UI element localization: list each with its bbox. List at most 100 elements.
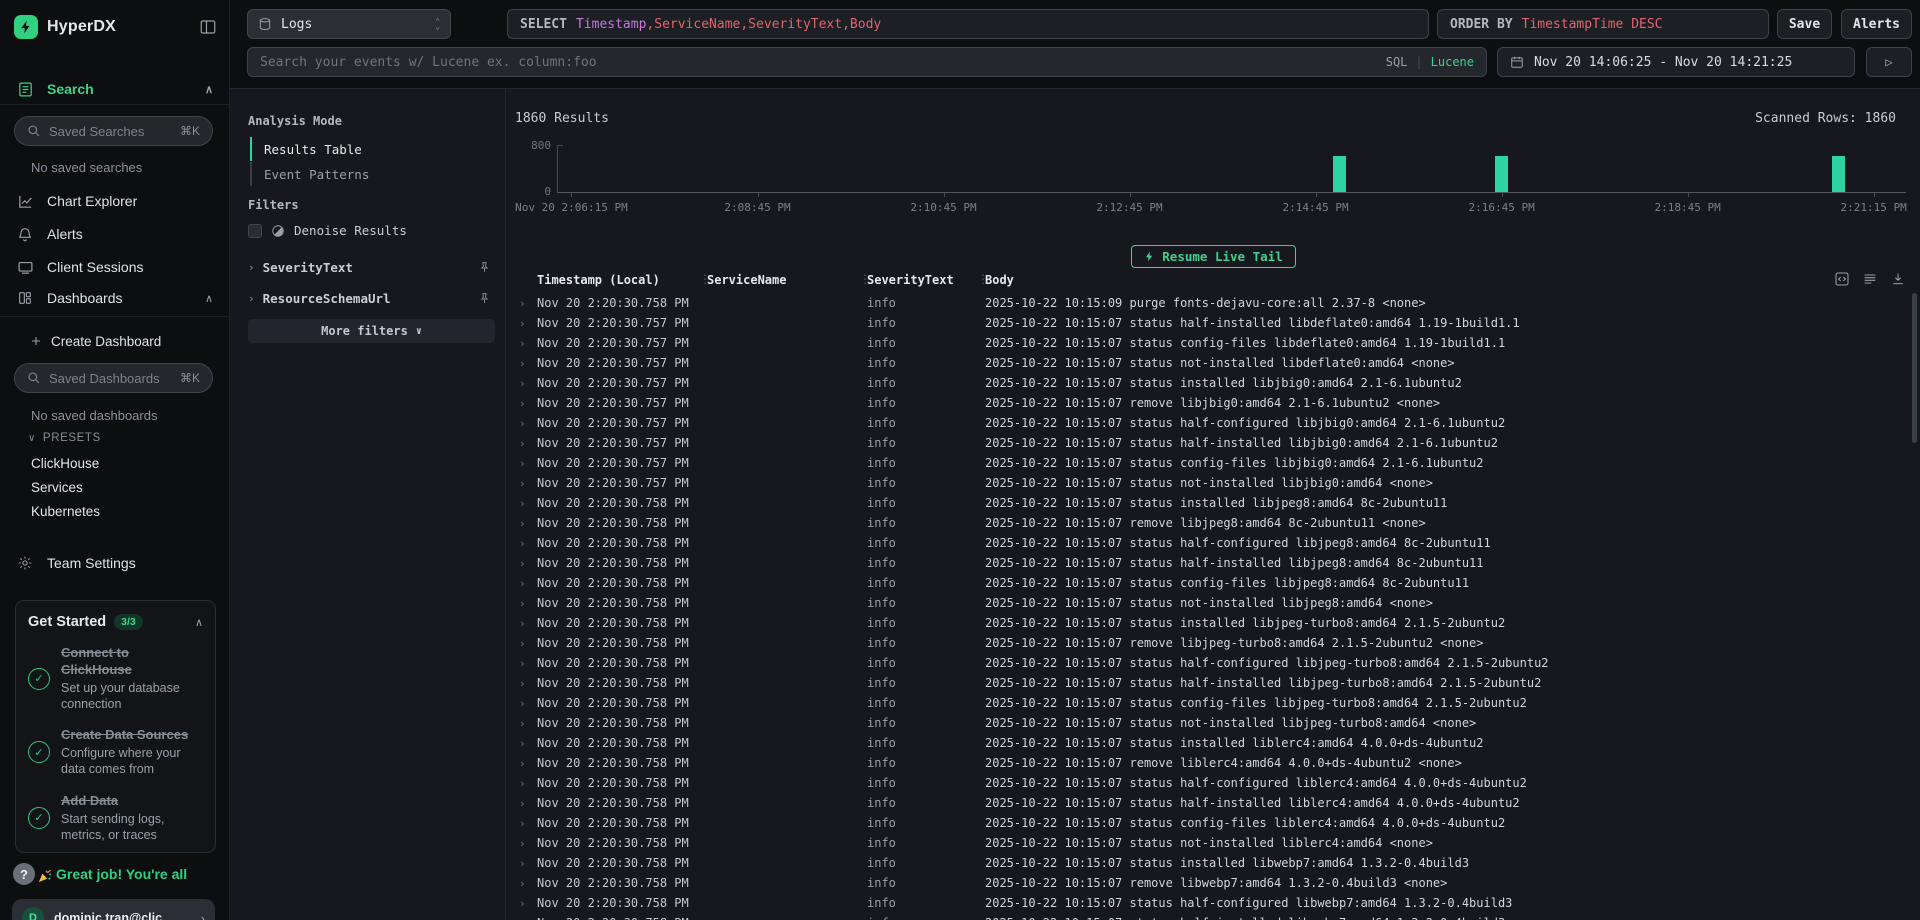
table-row[interactable]: ›Nov 20 2:20:30.758 PMinfo2025-10-22 10:… [513, 773, 1900, 793]
select-clause-input[interactable]: SELECT Timestamp,ServiceName,SeverityTex… [507, 9, 1429, 39]
table-row[interactable]: ›Nov 20 2:20:30.758 PMinfo2025-10-22 10:… [513, 573, 1900, 593]
row-expand-chevron-icon[interactable]: › [513, 517, 537, 530]
sidebar-item-chart-explorer[interactable]: Chart Explorer [0, 190, 229, 212]
lucene-search-input[interactable]: Search your events w/ Lucene ex. column:… [247, 47, 1487, 77]
alerts-button[interactable]: Alerts [1841, 9, 1912, 39]
user-menu[interactable]: D dominic.tran@clic... › dominic.tran@cl… [12, 899, 215, 920]
vertical-scrollbar[interactable] [1912, 293, 1917, 443]
denoise-checkbox[interactable] [248, 224, 262, 238]
table-row[interactable]: ›Nov 20 2:20:30.757 PMinfo2025-10-22 10:… [513, 413, 1900, 433]
table-row[interactable]: ›Nov 20 2:20:30.758 PMinfo2025-10-22 10:… [513, 833, 1900, 853]
resume-live-tail-button[interactable]: Resume Live Tail [1131, 245, 1295, 268]
sidebar-collapse-icon[interactable] [199, 18, 217, 36]
pin-icon[interactable] [478, 292, 491, 305]
table-row[interactable]: ›Nov 20 2:20:30.758 PMinfo2025-10-22 10:… [513, 633, 1900, 653]
sidebar-item-alerts[interactable]: Alerts [0, 223, 229, 245]
table-row[interactable]: ›Nov 20 2:20:30.758 PMinfo2025-10-22 10:… [513, 593, 1900, 613]
table-row[interactable]: ›Nov 20 2:20:30.757 PMinfo2025-10-22 10:… [513, 353, 1900, 373]
row-expand-chevron-icon[interactable]: › [513, 797, 537, 810]
column-resize-handle[interactable]: ⋮ [699, 272, 711, 286]
preset-item-kubernetes[interactable]: Kubernetes [31, 504, 100, 519]
row-expand-chevron-icon[interactable]: › [513, 637, 537, 650]
row-expand-chevron-icon[interactable]: › [513, 577, 537, 590]
row-expand-chevron-icon[interactable]: › [513, 757, 537, 770]
table-row[interactable]: ›Nov 20 2:20:30.757 PMinfo2025-10-22 10:… [513, 313, 1900, 333]
row-expand-chevron-icon[interactable]: › [513, 377, 537, 390]
preset-item-clickhouse[interactable]: ClickHouse [31, 456, 99, 471]
create-dashboard-button[interactable]: Create Dashboard [0, 330, 229, 352]
sidebar-item-search[interactable]: Search ∧ [0, 78, 229, 100]
run-query-button[interactable]: ▷ [1866, 47, 1912, 77]
col-servicename[interactable]: ServiceName [707, 273, 867, 287]
row-expand-chevron-icon[interactable]: › [513, 737, 537, 750]
chart-plot[interactable]: Nov 20 2:06:15 PM2:08:45 PM2:10:45 PM2:1… [557, 145, 1906, 193]
row-expand-chevron-icon[interactable]: › [513, 777, 537, 790]
row-expand-chevron-icon[interactable]: › [513, 357, 537, 370]
analysis-mode-event-patterns[interactable]: Event Patterns [250, 162, 369, 186]
row-expand-chevron-icon[interactable]: › [513, 297, 537, 310]
row-expand-chevron-icon[interactable]: › [513, 317, 537, 330]
get-started-item[interactable]: ✓Add DataStart sending logs, metrics, or… [28, 793, 203, 843]
row-expand-chevron-icon[interactable]: › [513, 817, 537, 830]
row-expand-chevron-icon[interactable]: › [513, 857, 537, 870]
chevron-up-icon[interactable]: ∧ [195, 616, 203, 629]
column-resize-handle[interactable]: ⋮ [977, 272, 989, 286]
analysis-mode-results-table[interactable]: Results Table [250, 137, 362, 161]
presets-header[interactable]: ∨ PRESETS [28, 432, 101, 444]
row-expand-chevron-icon[interactable]: › [513, 557, 537, 570]
row-expand-chevron-icon[interactable]: › [513, 897, 537, 910]
denoise-results-toggle[interactable]: Denoise Results [248, 223, 407, 238]
col-body[interactable]: Body [985, 273, 1900, 287]
table-row[interactable]: ›Nov 20 2:20:30.758 PMinfo2025-10-22 10:… [513, 693, 1900, 713]
source-select[interactable]: Logs ⌃⌄ [247, 9, 451, 39]
chevron-up-icon[interactable]: ∧ [205, 292, 213, 305]
pin-icon[interactable] [478, 261, 491, 274]
chevron-up-icon[interactable]: ∧ [205, 83, 213, 96]
table-row[interactable]: ›Nov 20 2:20:30.757 PMinfo2025-10-22 10:… [513, 433, 1900, 453]
table-row[interactable]: ›Nov 20 2:20:30.758 PMinfo2025-10-22 10:… [513, 713, 1900, 733]
sidebar-item-dashboards[interactable]: Dashboards ∧ [0, 287, 229, 309]
date-range-picker[interactable]: Nov 20 14:06:25 - Nov 20 14:21:25 [1497, 47, 1855, 77]
row-expand-chevron-icon[interactable]: › [513, 477, 537, 490]
language-toggle-lucene[interactable]: Lucene [1431, 55, 1474, 69]
get-started-item[interactable]: ✓Connect to ClickHouseSet up your databa… [28, 645, 203, 712]
row-expand-chevron-icon[interactable]: › [513, 457, 537, 470]
filter-group-severitytext[interactable]: ›SeverityText [248, 257, 491, 277]
orderby-input[interactable]: ORDER BY TimestampTime DESC [1437, 9, 1769, 39]
sidebar-item-client-sessions[interactable]: Client Sessions [0, 256, 229, 278]
row-expand-chevron-icon[interactable]: › [513, 397, 537, 410]
help-button[interactable]: ? [13, 863, 35, 885]
table-row[interactable]: ›Nov 20 2:20:30.758 PMinfo2025-10-22 10:… [513, 733, 1900, 753]
row-expand-chevron-icon[interactable]: › [513, 497, 537, 510]
row-expand-chevron-icon[interactable]: › [513, 537, 537, 550]
filter-group-resourceschemaurl[interactable]: ›ResourceSchemaUrl [248, 288, 491, 308]
col-severitytext[interactable]: SeverityText [867, 273, 985, 287]
table-row[interactable]: ›Nov 20 2:20:30.758 PMinfo2025-10-22 10:… [513, 813, 1900, 833]
preset-item-services[interactable]: Services [31, 480, 83, 495]
table-row[interactable]: ›Nov 20 2:20:30.757 PMinfo2025-10-22 10:… [513, 373, 1900, 393]
row-expand-chevron-icon[interactable]: › [513, 837, 537, 850]
table-row[interactable]: ›Nov 20 2:20:30.758 PMinfo2025-10-22 10:… [513, 553, 1900, 573]
row-expand-chevron-icon[interactable]: › [513, 657, 537, 670]
row-expand-chevron-icon[interactable]: › [513, 677, 537, 690]
download-csv-icon[interactable] [1890, 271, 1906, 287]
histogram-bar[interactable] [1495, 156, 1508, 192]
table-row[interactable]: ›Nov 20 2:20:30.758 PMinfo2025-10-22 10:… [513, 793, 1900, 813]
histogram-bar[interactable] [1333, 156, 1346, 192]
row-expand-chevron-icon[interactable]: › [513, 337, 537, 350]
table-row[interactable]: ›Nov 20 2:20:30.758 PMinfo2025-10-22 10:… [513, 293, 1900, 313]
row-expand-chevron-icon[interactable]: › [513, 917, 537, 920]
col-timestamp[interactable]: Timestamp (Local) [537, 273, 707, 287]
table-row[interactable]: ›Nov 20 2:20:30.758 PMinfo2025-10-22 10:… [513, 513, 1900, 533]
saved-searches-input[interactable]: Saved Searches ⌘K [14, 116, 213, 146]
table-row[interactable]: ›Nov 20 2:20:30.758 PMinfo2025-10-22 10:… [513, 653, 1900, 673]
table-row[interactable]: ›Nov 20 2:20:30.757 PMinfo2025-10-22 10:… [513, 393, 1900, 413]
code-view-icon[interactable] [1834, 271, 1850, 287]
table-row[interactable]: ›Nov 20 2:20:30.757 PMinfo2025-10-22 10:… [513, 453, 1900, 473]
table-row[interactable]: ›Nov 20 2:20:30.758 PMinfo2025-10-22 10:… [513, 893, 1900, 913]
table-row[interactable]: ›Nov 20 2:20:30.758 PMinfo2025-10-22 10:… [513, 533, 1900, 553]
table-row[interactable]: ›Nov 20 2:20:30.758 PMinfo2025-10-22 10:… [513, 613, 1900, 633]
row-expand-chevron-icon[interactable]: › [513, 597, 537, 610]
table-row[interactable]: ›Nov 20 2:20:30.758 PMinfo2025-10-22 10:… [513, 873, 1900, 893]
table-row[interactable]: ›Nov 20 2:20:30.758 PMinfo2025-10-22 10:… [513, 673, 1900, 693]
